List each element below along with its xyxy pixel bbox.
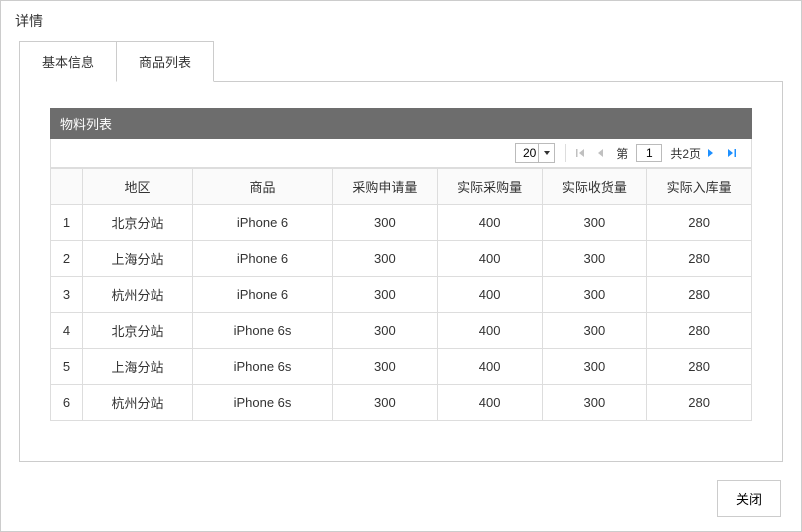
last-page-icon[interactable] (727, 148, 741, 158)
dialog-footer: 关闭 (717, 480, 781, 517)
cell-region: 杭州分站 (83, 385, 193, 421)
cell-idx: 5 (51, 349, 83, 385)
col-index (51, 169, 83, 205)
cell-apply: 300 (333, 385, 438, 421)
total-pages-label: 共2页 (670, 145, 701, 162)
dialog: 详情 基本信息 商品列表 物料列表 第 共2页 (0, 0, 802, 532)
current-page-input[interactable] (636, 144, 662, 162)
cell-region: 上海分站 (83, 349, 193, 385)
dialog-title: 详情 (1, 11, 801, 41)
cell-region: 北京分站 (83, 313, 193, 349)
tab-basic-info[interactable]: 基本信息 (19, 41, 116, 82)
pagination-toolbar: 第 共2页 (50, 139, 752, 168)
cell-stock: 280 (647, 241, 752, 277)
page-prefix-label: 第 (616, 145, 628, 162)
col-receive: 实际收货量 (542, 169, 647, 205)
table-row: 2上海分站iPhone 6300400300280 (51, 241, 752, 277)
cell-product: iPhone 6 (193, 205, 333, 241)
cell-product: iPhone 6 (193, 277, 333, 313)
cell-region: 上海分站 (83, 241, 193, 277)
table-row: 5上海分站iPhone 6s300400300280 (51, 349, 752, 385)
cell-purchase: 400 (437, 349, 542, 385)
cell-stock: 280 (647, 349, 752, 385)
cell-apply: 300 (333, 349, 438, 385)
cell-stock: 280 (647, 313, 752, 349)
cell-apply: 300 (333, 205, 438, 241)
page-size-input[interactable] (516, 144, 538, 162)
cell-receive: 300 (542, 349, 647, 385)
cell-stock: 280 (647, 205, 752, 241)
cell-idx: 6 (51, 385, 83, 421)
section-title: 物料列表 (50, 108, 752, 139)
cell-apply: 300 (333, 277, 438, 313)
cell-receive: 300 (542, 205, 647, 241)
col-apply: 采购申请量 (333, 169, 438, 205)
prev-page-icon[interactable] (596, 148, 610, 158)
cell-purchase: 400 (437, 385, 542, 421)
cell-idx: 3 (51, 277, 83, 313)
chevron-down-icon[interactable] (538, 144, 554, 162)
cell-receive: 300 (542, 241, 647, 277)
table-row: 4北京分站iPhone 6s300400300280 (51, 313, 752, 349)
cell-region: 杭州分站 (83, 277, 193, 313)
cell-apply: 300 (333, 241, 438, 277)
tabs: 基本信息 商品列表 (1, 41, 801, 82)
cell-apply: 300 (333, 313, 438, 349)
cell-receive: 300 (542, 277, 647, 313)
cell-receive: 300 (542, 313, 647, 349)
material-table: 地区 商品 采购申请量 实际采购量 实际收货量 实际入库量 1北京分站iPhon… (50, 168, 752, 421)
cell-product: iPhone 6 (193, 241, 333, 277)
cell-stock: 280 (647, 385, 752, 421)
tab-content: 物料列表 第 共2页 (19, 81, 783, 462)
col-purchase: 实际采购量 (437, 169, 542, 205)
table-row: 6杭州分站iPhone 6s300400300280 (51, 385, 752, 421)
cell-purchase: 400 (437, 241, 542, 277)
cell-purchase: 400 (437, 313, 542, 349)
cell-idx: 2 (51, 241, 83, 277)
cell-idx: 1 (51, 205, 83, 241)
page-size-select[interactable] (515, 143, 555, 163)
col-product: 商品 (193, 169, 333, 205)
cell-purchase: 400 (437, 205, 542, 241)
tab-product-list[interactable]: 商品列表 (116, 41, 214, 82)
cell-idx: 4 (51, 313, 83, 349)
col-region: 地区 (83, 169, 193, 205)
cell-product: iPhone 6s (193, 313, 333, 349)
cell-product: iPhone 6s (193, 385, 333, 421)
separator (565, 144, 566, 162)
cell-stock: 280 (647, 277, 752, 313)
cell-purchase: 400 (437, 277, 542, 313)
cell-product: iPhone 6s (193, 349, 333, 385)
table-header-row: 地区 商品 采购申请量 实际采购量 实际收货量 实际入库量 (51, 169, 752, 205)
table-row: 3杭州分站iPhone 6300400300280 (51, 277, 752, 313)
next-page-icon[interactable] (707, 148, 721, 158)
first-page-icon[interactable] (576, 148, 590, 158)
col-stock: 实际入库量 (647, 169, 752, 205)
cell-receive: 300 (542, 385, 647, 421)
table-row: 1北京分站iPhone 6300400300280 (51, 205, 752, 241)
cell-region: 北京分站 (83, 205, 193, 241)
close-button[interactable]: 关闭 (717, 480, 781, 517)
